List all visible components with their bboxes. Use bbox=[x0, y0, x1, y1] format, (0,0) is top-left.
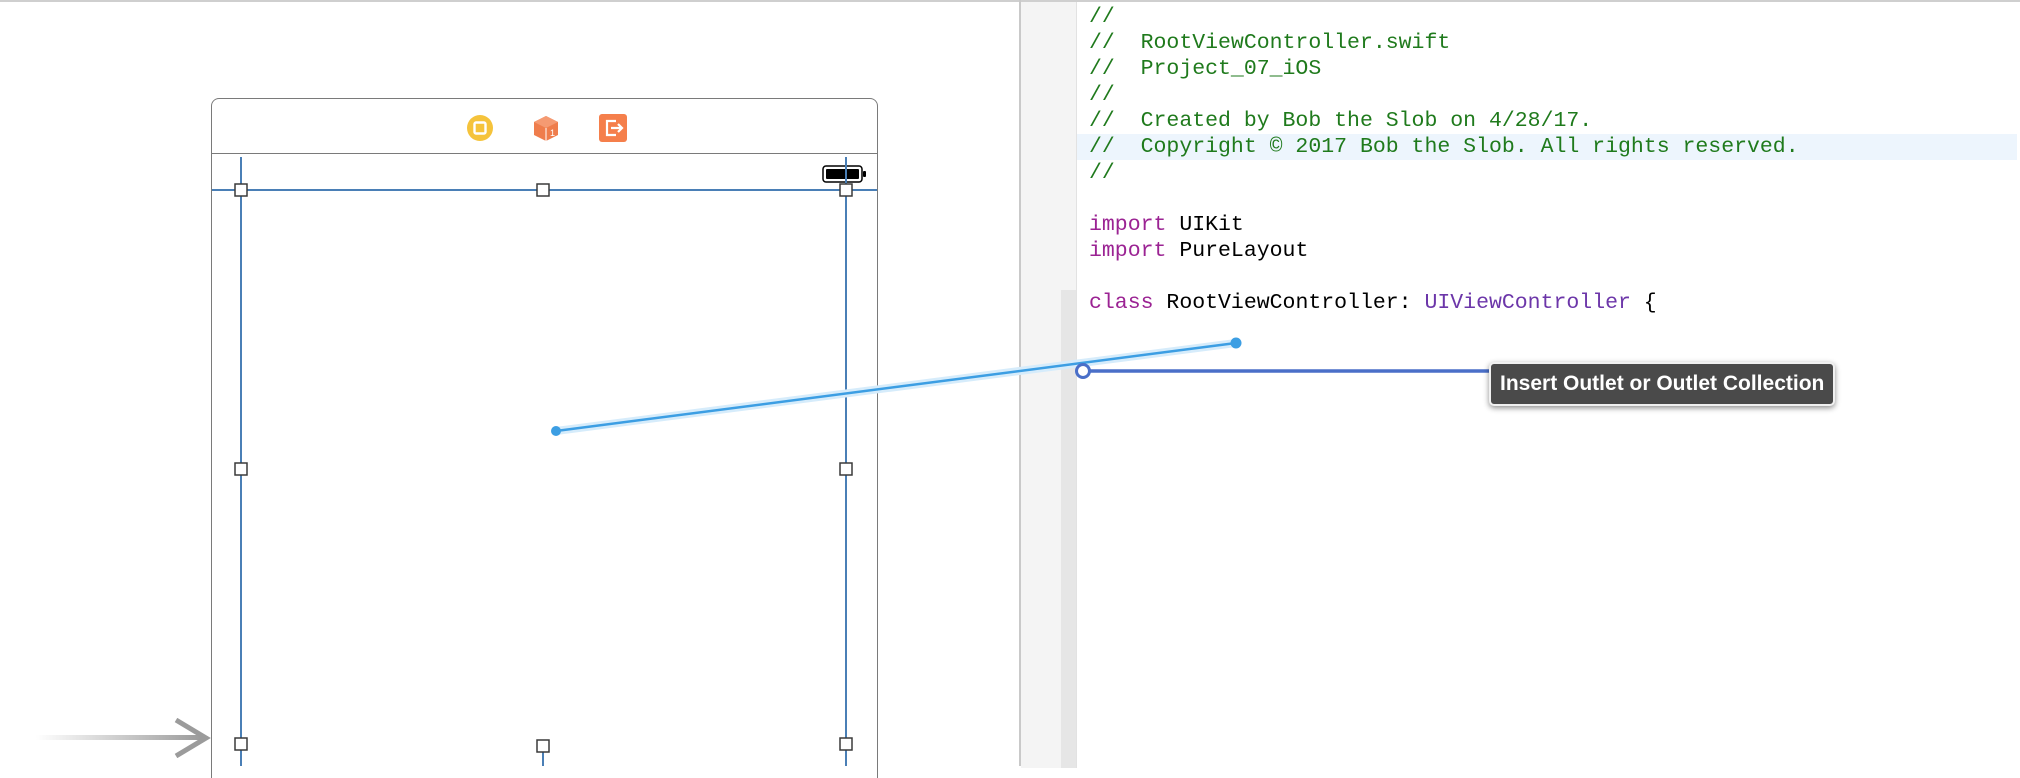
connection-end-dot bbox=[1230, 337, 1242, 349]
resize-handle[interactable] bbox=[839, 183, 853, 197]
connection-start-dot bbox=[551, 426, 561, 436]
resize-handle[interactable] bbox=[536, 183, 550, 197]
resize-handle[interactable] bbox=[536, 739, 550, 753]
resize-handle[interactable] bbox=[234, 737, 248, 751]
resize-handle[interactable] bbox=[839, 737, 853, 751]
connection-line bbox=[555, 341, 1237, 433]
resize-handle[interactable] bbox=[234, 462, 248, 476]
resize-handles bbox=[234, 183, 853, 753]
resize-handle[interactable] bbox=[234, 183, 248, 197]
insertion-point-icon bbox=[1075, 363, 1091, 379]
insert-outlet-tooltip: Insert Outlet or Outlet Collection bbox=[1489, 362, 1836, 406]
resize-handle[interactable] bbox=[839, 462, 853, 476]
view-bounds-lines bbox=[212, 157, 877, 766]
